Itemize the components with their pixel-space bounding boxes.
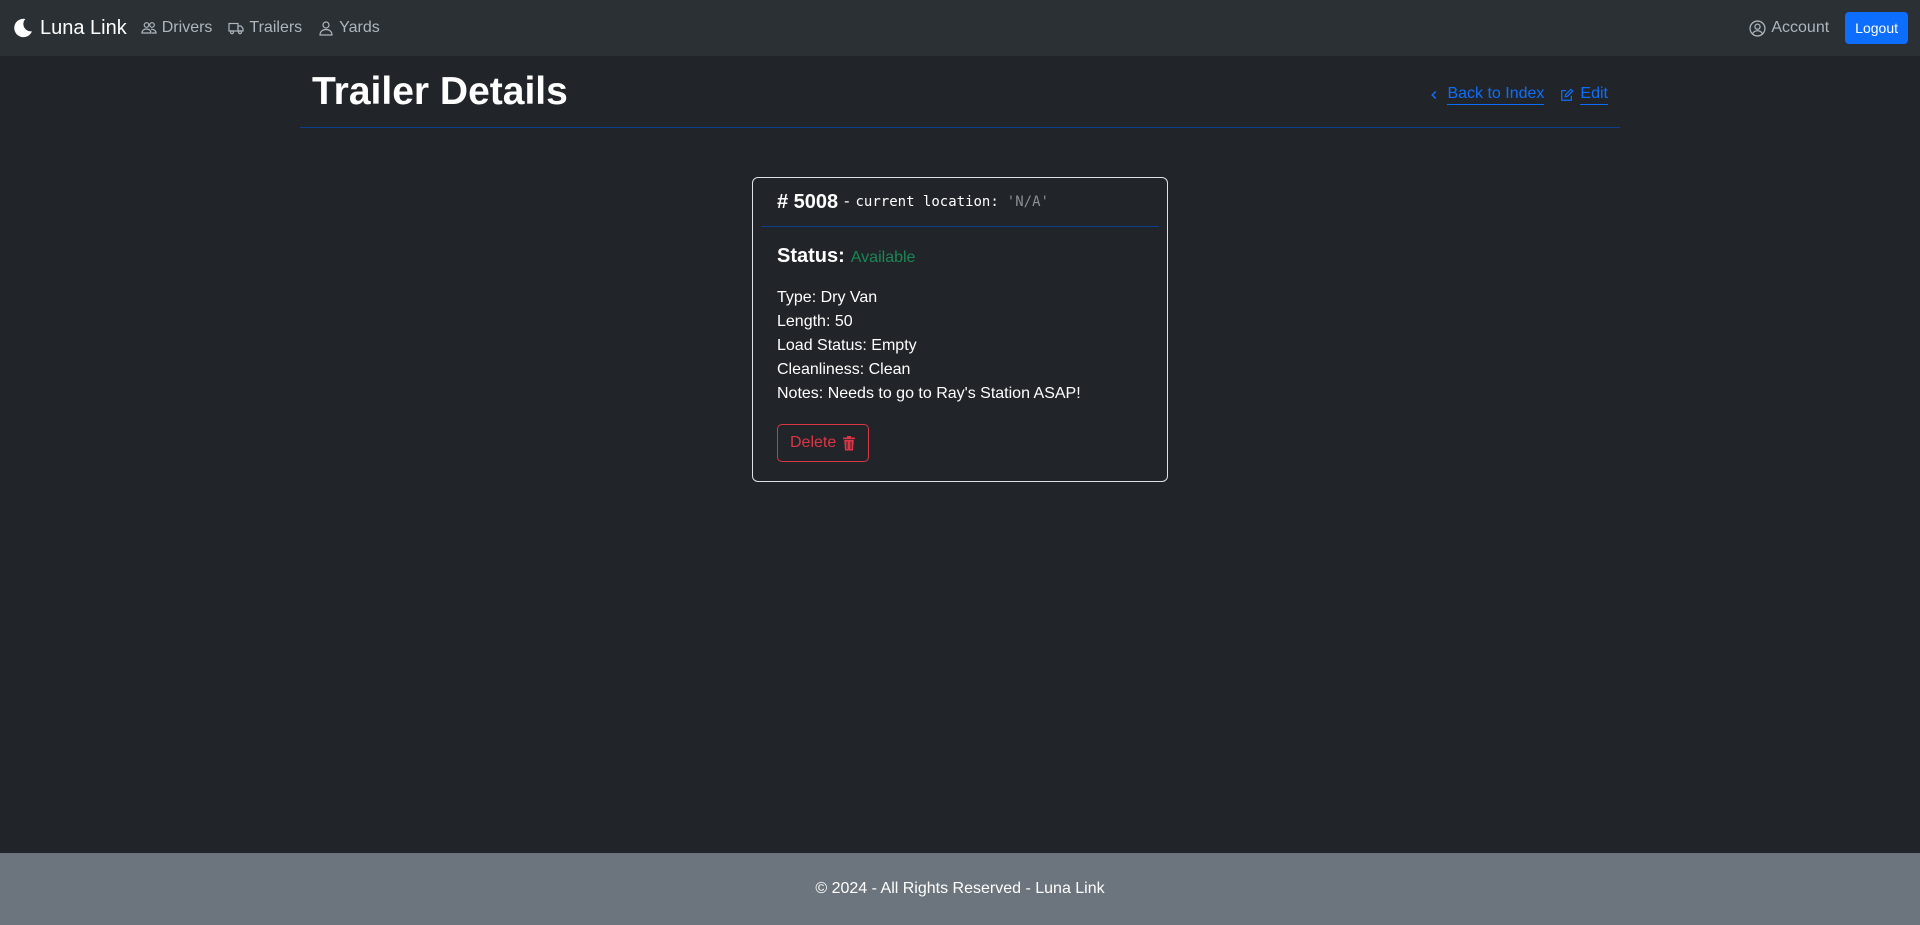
nav-link-label: Yards bbox=[339, 19, 380, 36]
edit-link[interactable]: Edit bbox=[1560, 85, 1608, 105]
nav-link-label: Trailers bbox=[249, 19, 303, 36]
edit-label: Edit bbox=[1580, 85, 1608, 105]
nav-link-trailers[interactable]: Trailers bbox=[228, 19, 302, 37]
nav-right: Account Logout bbox=[1749, 12, 1908, 44]
status-row: Status: Available bbox=[777, 245, 1143, 268]
page-header: Trailer Details Back to Index Edit bbox=[300, 56, 1620, 128]
delete-button[interactable]: Delete bbox=[777, 424, 870, 462]
account-link[interactable]: Account bbox=[1749, 19, 1829, 37]
chevron-left-icon bbox=[1431, 90, 1437, 99]
brand-link[interactable]: Luna Link bbox=[12, 17, 127, 40]
location-value: 'N/A' bbox=[1006, 194, 1049, 210]
back-to-index-label: Back to Index bbox=[1447, 85, 1545, 105]
detail-notes: Notes: Needs to go to Ray's Station ASAP… bbox=[777, 385, 1081, 402]
person-circle-icon bbox=[1749, 19, 1766, 37]
moon-icon bbox=[14, 18, 32, 38]
page-title: Trailer Details bbox=[312, 69, 568, 113]
edit-icon bbox=[1561, 87, 1574, 101]
location-label: current location: bbox=[855, 194, 999, 210]
status-value: Available bbox=[850, 249, 916, 266]
header-actions: Back to Index Edit bbox=[1427, 79, 1608, 105]
delete-label: Delete bbox=[790, 434, 837, 451]
back-to-index-link[interactable]: Back to Index bbox=[1427, 85, 1545, 105]
card-body: Status: Available Type: Dry Van Length: … bbox=[753, 227, 1167, 480]
trailer-number: # 5008 bbox=[777, 190, 839, 213]
detail-cleanliness: Cleanliness: Clean bbox=[777, 361, 911, 378]
trailer-details: Type: Dry Van Length: 50 Load Status: Em… bbox=[777, 286, 1143, 406]
nav-link-label: Drivers bbox=[161, 19, 213, 36]
navbar: Luna Link Drivers Trailers Yards Account… bbox=[0, 0, 1920, 56]
card-header: # 5008 - current location: 'N/A' bbox=[761, 178, 1159, 227]
nav-link-yards[interactable]: Yards bbox=[318, 19, 380, 37]
footer-text: © 2024 - All Rights Reserved - Luna Link bbox=[815, 880, 1105, 897]
detail-length: Length: 50 bbox=[777, 313, 853, 330]
people-icon bbox=[141, 22, 157, 34]
nav-link-drivers[interactable]: Drivers bbox=[141, 19, 213, 37]
brand-label: Luna Link bbox=[40, 16, 127, 39]
location-separator: - bbox=[844, 193, 850, 210]
detail-load-status: Load Status: Empty bbox=[777, 337, 917, 354]
account-label: Account bbox=[1771, 19, 1830, 36]
logout-button[interactable]: Logout bbox=[1845, 12, 1908, 44]
person-icon bbox=[319, 21, 333, 36]
footer: © 2024 - All Rights Reserved - Luna Link bbox=[0, 853, 1920, 925]
trailer-card: # 5008 - current location: 'N/A' Status:… bbox=[752, 177, 1168, 482]
nav-links: Drivers Trailers Yards bbox=[141, 19, 380, 37]
detail-type: Type: Dry Van bbox=[777, 289, 878, 306]
trash-icon bbox=[843, 435, 856, 450]
status-label: Status: bbox=[777, 245, 845, 267]
truck-icon bbox=[228, 22, 245, 35]
